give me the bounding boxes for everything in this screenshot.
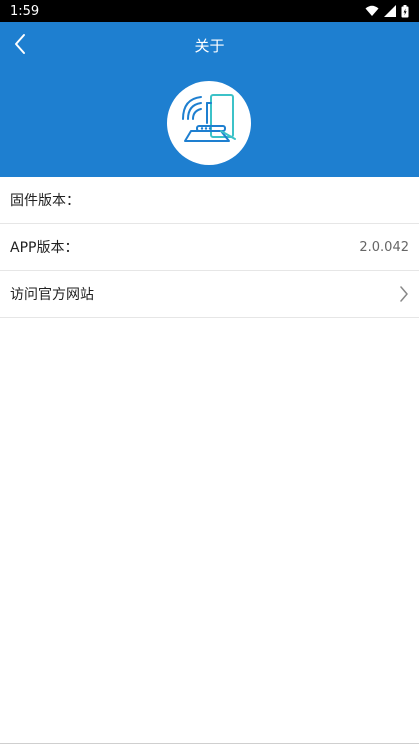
bottom-divider xyxy=(0,743,419,744)
app-version-label: APP版本： xyxy=(10,240,79,256)
app-logo xyxy=(167,81,251,165)
battery-icon xyxy=(401,4,409,18)
page-title: 关于 xyxy=(194,37,225,55)
status-bar: 1:59 xyxy=(0,0,419,22)
app-version-value: 2.0.042 xyxy=(359,239,409,255)
official-website-row[interactable]: 访问官方网站 xyxy=(0,271,419,318)
wifi-icon xyxy=(365,5,379,17)
app-version-row: APP版本： 2.0.042 xyxy=(0,224,419,271)
router-wifi-device-icon xyxy=(177,93,241,153)
header: 关于 xyxy=(0,22,419,177)
firmware-version-row: 固件版本： xyxy=(0,177,419,224)
status-time: 1:59 xyxy=(10,3,40,19)
firmware-version-label: 固件版本： xyxy=(10,193,80,209)
signal-icon xyxy=(384,5,396,17)
status-icons xyxy=(365,4,409,18)
settings-list: 固件版本： APP版本： 2.0.042 访问官方网站 xyxy=(0,177,419,318)
official-website-label: 访问官方网站 xyxy=(10,287,94,303)
chevron-right-icon xyxy=(399,286,409,302)
